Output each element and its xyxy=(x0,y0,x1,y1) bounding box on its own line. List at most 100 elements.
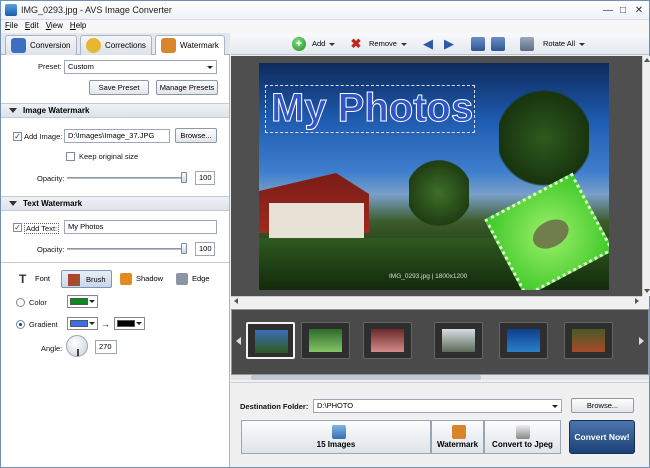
save-preset-button[interactable]: Save Preset xyxy=(89,80,149,95)
color-picker[interactable] xyxy=(67,295,98,308)
browse-image-button[interactable]: Browse... xyxy=(175,128,217,143)
watermark-step[interactable]: Watermark xyxy=(431,420,484,454)
angle-field[interactable]: 270 xyxy=(95,340,117,354)
thumbnail-image xyxy=(309,329,342,352)
destination-folder-field[interactable]: D:\PHOTO xyxy=(313,399,562,413)
brush-style-tab[interactable]: Brush xyxy=(61,270,112,288)
add-image-label: Add Image: xyxy=(24,132,63,141)
image-path-field[interactable]: D:\Images\Image_37.JPG xyxy=(64,129,170,143)
gradient-radio[interactable] xyxy=(16,320,25,329)
font-style-label: Font xyxy=(35,274,51,283)
gradient-end-swatch xyxy=(117,320,135,327)
remove-button[interactable]: ✖ Remove xyxy=(349,37,411,51)
chevron-down-icon xyxy=(579,42,586,46)
images-step[interactable]: 15 Images xyxy=(241,420,431,454)
tab-watermark[interactable]: Watermark xyxy=(155,35,225,56)
thumbnail-2[interactable] xyxy=(301,322,350,359)
menu-edit[interactable]: Edit xyxy=(21,20,42,30)
color-swatch xyxy=(70,298,88,305)
chevron-up-icon[interactable] xyxy=(644,58,650,62)
minimize-button[interactable]: — xyxy=(601,4,615,17)
color-label: Color xyxy=(29,298,47,307)
destination-folder-value: D:\PHOTO xyxy=(317,401,354,410)
add-text-label: Add Text: xyxy=(24,223,60,234)
chevron-left-icon[interactable] xyxy=(234,298,238,304)
arrow-left-icon: ◀ xyxy=(423,36,433,51)
preset-select[interactable]: Custom xyxy=(64,60,217,74)
menu-file[interactable]: File xyxy=(1,20,21,30)
convert-to-step[interactable]: Convert to Jpeg xyxy=(484,420,561,454)
thumbnail-1[interactable] xyxy=(246,322,295,359)
section-title: Text Watermark xyxy=(23,199,83,208)
brush-icon xyxy=(68,274,80,286)
browse-destination-button[interactable]: Browse... xyxy=(571,398,634,413)
collapse-icon xyxy=(9,201,17,206)
thumbnail-6[interactable] xyxy=(564,322,613,359)
chevron-down-icon xyxy=(89,322,95,325)
tab-label: Corrections xyxy=(105,41,146,50)
edge-style-tab[interactable]: Edge xyxy=(174,270,219,288)
menu-help[interactable]: Help xyxy=(66,20,89,30)
text-opacity-label: Opacity: xyxy=(37,245,65,254)
main-toolbar: + Add ✖ Remove ◀ ▶ Rotate All xyxy=(231,33,649,55)
add-text-checkbox[interactable]: ✓ xyxy=(13,223,22,232)
tab-conversion[interactable]: Conversion xyxy=(5,35,77,55)
chevron-down-icon xyxy=(552,405,558,408)
menu-view[interactable]: View xyxy=(42,20,66,30)
keep-original-size-checkbox[interactable] xyxy=(66,152,75,161)
vertical-scrollbar[interactable] xyxy=(642,56,650,296)
chevron-down-icon xyxy=(207,66,213,69)
previous-button[interactable]: ◀ xyxy=(421,37,435,51)
thumbnail-3[interactable] xyxy=(363,322,412,359)
font-style-tab[interactable]: T Font xyxy=(17,270,57,288)
watermark-text-value: My Photos xyxy=(68,222,104,231)
menu-bar: File Edit View Help xyxy=(1,20,649,33)
rotate-right-button[interactable] xyxy=(491,37,505,51)
color-radio[interactable] xyxy=(16,298,25,307)
image-watermark-header[interactable]: Image Watermark xyxy=(1,103,229,118)
destination-folder-label: Destination Folder: xyxy=(240,402,309,411)
watermark-text-field[interactable]: My Photos xyxy=(64,220,217,234)
tab-corrections[interactable]: Corrections xyxy=(80,35,152,55)
text-watermark-header[interactable]: Text Watermark xyxy=(1,196,229,211)
close-button[interactable]: ✕ xyxy=(632,4,646,17)
text-opacity-slider[interactable] xyxy=(67,248,187,250)
image-opacity-field[interactable]: 100 xyxy=(195,171,215,185)
palm-tree xyxy=(409,158,469,228)
add-button[interactable]: + Add xyxy=(292,37,350,51)
font-icon: T xyxy=(19,272,27,286)
chevron-down-icon xyxy=(136,322,142,325)
rotate-all-icon xyxy=(520,37,534,51)
shadow-style-tab[interactable]: Shadow xyxy=(118,270,168,288)
image-opacity-slider[interactable] xyxy=(67,177,187,179)
chevron-down-icon xyxy=(400,42,407,46)
thumbnail-scroll-thumb[interactable] xyxy=(251,375,481,380)
brush-style-label: Brush xyxy=(86,275,106,284)
strip-right-arrow-icon[interactable] xyxy=(639,337,644,345)
horizontal-scrollbar[interactable] xyxy=(231,296,642,305)
thumbnail-5[interactable] xyxy=(499,322,548,359)
add-image-checkbox[interactable]: ✓ xyxy=(13,132,22,141)
image-path-value: D:\Images\Image_37.JPG xyxy=(68,131,155,140)
manage-presets-button[interactable]: Manage Presets xyxy=(156,80,218,95)
strip-left-arrow-icon[interactable] xyxy=(236,337,241,345)
gradient-start-picker[interactable] xyxy=(67,317,98,330)
thumbnail-scrollbar[interactable] xyxy=(231,375,649,380)
text-opacity-slider-thumb[interactable] xyxy=(181,243,187,254)
next-button[interactable]: ▶ xyxy=(442,37,456,51)
chevron-right-icon[interactable] xyxy=(635,298,639,304)
add-label: Add xyxy=(312,39,326,48)
rotate-all-label: Rotate All xyxy=(543,39,576,48)
chevron-down-icon[interactable] xyxy=(644,289,650,293)
image-opacity-slider-thumb[interactable] xyxy=(181,172,187,183)
rotate-all-button[interactable]: Rotate All xyxy=(520,37,590,51)
convert-now-button[interactable]: Convert Now! xyxy=(569,420,635,454)
angle-dial[interactable] xyxy=(66,335,88,357)
text-opacity-field[interactable]: 100 xyxy=(195,242,215,256)
rotate-left-button[interactable] xyxy=(471,37,485,51)
thumbnail-4[interactable] xyxy=(434,322,483,359)
thumbnail-image xyxy=(255,330,288,353)
maximize-button[interactable]: □ xyxy=(616,4,630,17)
gradient-end-picker[interactable] xyxy=(114,317,145,330)
title-bar: IMG_0293.jpg - AVS Image Converter — □ ✕ xyxy=(1,1,649,20)
